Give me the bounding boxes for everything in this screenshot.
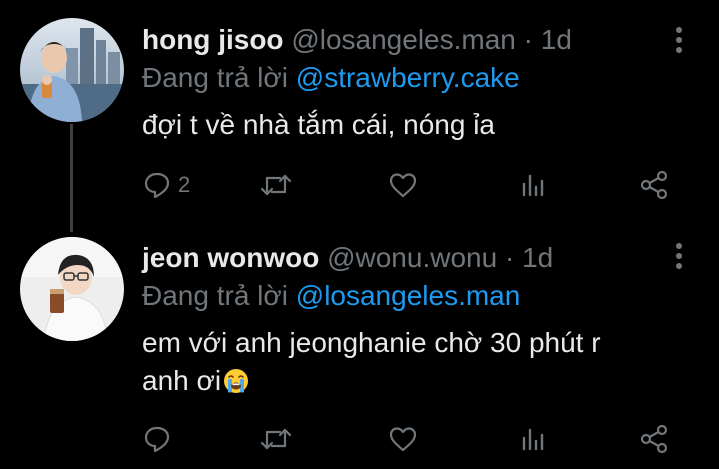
tweet-content: hong jisoo @losangeles.man · 1d Đang trả… <box>142 22 699 144</box>
tweet-content: jeon wonwoo @wonu.wonu · 1d Đang trả lời… <box>142 240 699 400</box>
retweet-icon <box>260 170 292 200</box>
more-icon[interactable] <box>673 26 685 56</box>
like-icon <box>388 424 418 454</box>
reply-icon <box>142 170 172 200</box>
replying-to-label: Đang trả lời <box>142 62 288 93</box>
author-handle[interactable]: @losangeles.man <box>291 24 516 55</box>
tweet-text: em với anh jeonghanie chờ 30 phút r anh … <box>142 324 699 400</box>
separator-dot: · <box>504 242 515 273</box>
reply-icon <box>142 424 172 454</box>
tweet-actions: 2 <box>142 168 682 202</box>
tweet-text-line: đợi t về nhà tắm cái, nóng ỉa <box>142 109 496 140</box>
reply-button[interactable]: 2 <box>142 168 190 202</box>
views-icon <box>518 424 548 454</box>
separator-dot: · <box>523 24 533 55</box>
replying-to: Đang trả lời @losangeles.man <box>142 278 699 314</box>
like-button[interactable] <box>388 168 418 202</box>
tweet-header: jeon wonwoo @wonu.wonu · 1d <box>142 240 699 276</box>
avatar[interactable] <box>20 18 124 122</box>
share-icon <box>638 423 670 455</box>
author-handle[interactable]: @wonu.wonu <box>327 242 497 273</box>
author-name[interactable]: hong jisoo <box>142 24 284 55</box>
timestamp[interactable]: 1d <box>522 242 553 273</box>
timestamp[interactable]: 1d <box>541 24 572 55</box>
tweet-text: đợi t về nhà tắm cái, nóng ỉa <box>142 106 699 144</box>
replying-to: Đang trả lời @strawberry.cake <box>142 60 699 96</box>
tweet[interactable]: hong jisoo @losangeles.man · 1d Đang trả… <box>0 0 719 232</box>
retweet-button[interactable] <box>260 168 292 202</box>
views-button[interactable] <box>518 168 548 202</box>
share-button[interactable] <box>638 422 670 456</box>
replying-to-label: Đang trả lời <box>142 280 288 311</box>
replying-to-mention[interactable]: @losangeles.man <box>296 280 521 311</box>
loudly-crying-face-emoji <box>223 366 249 393</box>
like-button[interactable] <box>388 422 418 456</box>
share-button[interactable] <box>638 168 670 202</box>
views-icon <box>518 170 548 200</box>
reply-button[interactable] <box>142 422 178 456</box>
more-icon[interactable] <box>673 242 685 272</box>
avatar[interactable] <box>20 237 124 341</box>
share-icon <box>638 169 670 201</box>
author-name[interactable]: jeon wonwoo <box>142 242 319 273</box>
tweet-header: hong jisoo @losangeles.man · 1d <box>142 22 699 58</box>
replying-to-mention[interactable]: @strawberry.cake <box>296 62 520 93</box>
tweet-text-line: em với anh jeonghanie chờ 30 phút r <box>142 327 601 358</box>
retweet-icon <box>260 424 292 454</box>
retweet-button[interactable] <box>260 422 292 456</box>
like-icon <box>388 170 418 200</box>
views-button[interactable] <box>518 422 548 456</box>
tweet[interactable]: jeon wonwoo @wonu.wonu · 1d Đang trả lời… <box>0 232 719 469</box>
tweet-actions <box>142 422 682 456</box>
reply-count: 2 <box>178 172 191 197</box>
tweet-text-line: anh ơi <box>142 362 699 400</box>
tweet-text-line-part: anh ơi <box>142 365 222 396</box>
